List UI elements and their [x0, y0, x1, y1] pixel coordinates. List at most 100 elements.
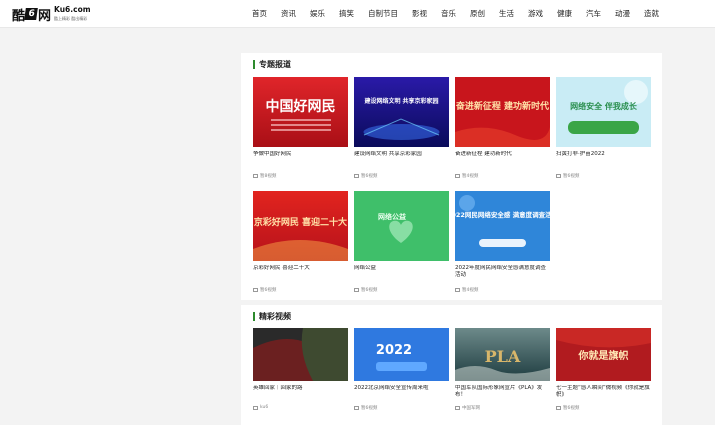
card-title[interactable]: 争做中国好网民 [253, 151, 348, 165]
card-meta: 暂8视频 [253, 173, 348, 179]
main-nav: 首页 资讯 娱乐 搞笑 自制节目 影视 音乐 原创 生活 游戏 健康 汽车 动漫… [252, 0, 673, 27]
site-logo[interactable]: 酷 6 网 Ku6.com 酷上精彩 酷出精彩 [12, 4, 91, 24]
nav-item-zaojiu[interactable]: 造就 [644, 8, 659, 19]
video-count-icon [253, 288, 258, 292]
card-meta: 中国军网 [455, 405, 550, 411]
card-thumbnail[interactable]: 2022 [354, 328, 449, 381]
topic-card[interactable]: 2022网民网络安全感 满意度调查活动 2022年度网民网络安全感满意度调查活动… [455, 191, 550, 293]
card-thumbnail[interactable]: 网络安全 伴我成长 [556, 77, 651, 147]
card-title[interactable]: 中国军队国际形象网宣片《PLA》发布！ [455, 385, 550, 399]
nav-item-games[interactable]: 游戏 [528, 8, 543, 19]
card-title[interactable]: 网络公益 [354, 265, 449, 279]
card-meta-text: 暂4视频 [462, 174, 479, 179]
channel-icon [455, 406, 460, 410]
logo-box: 6 [24, 8, 38, 20]
thumb-text: 京彩好网民 喜迎二十大 [254, 216, 347, 228]
card-thumbnail[interactable]: 中国好网民 [253, 77, 348, 147]
card-meta: 暂6视频 [253, 287, 348, 293]
card-title[interactable]: 奋进新征程 建功新时代 [455, 151, 550, 165]
card-meta-text: 暂8视频 [260, 174, 277, 179]
card-meta-text: 暂6视频 [361, 406, 378, 411]
card-meta: 暂6视频 [354, 405, 449, 411]
video-card[interactable]: 英雄回家｜回家的路 ku6 [253, 328, 348, 410]
video-card[interactable]: 2022 2022北京网络安全宣传周来啦 暂6视频 [354, 328, 449, 411]
nav-item-funny[interactable]: 搞笑 [339, 8, 354, 19]
video-count-icon [354, 406, 359, 410]
nav-item-anime[interactable]: 动漫 [615, 8, 630, 19]
card-thumbnail[interactable]: 京彩好网民 喜迎二十大 [253, 191, 348, 261]
nav-item-health[interactable]: 健康 [557, 8, 572, 19]
card-title[interactable]: 京彩好网民 喜迎二十大 [253, 265, 348, 279]
video-count-icon [354, 174, 359, 178]
topic-card[interactable]: 中国好网民 争做中国好网民 暂8视频 [253, 77, 348, 179]
top-bar: 酷 6 网 Ku6.com 酷上精彩 酷出精彩 首页 资讯 娱乐 搞笑 自制节目… [0, 0, 715, 28]
logo-char-left: 酷 [12, 8, 25, 24]
topic-card[interactable]: 网络安全 伴我成长 扫黄打非·护苗2022 暂6视频 [556, 77, 651, 179]
thumb-text: PLA [485, 347, 521, 366]
logo-text: Ku6.com 酷上精彩 酷出精彩 [54, 4, 91, 23]
video-count-icon [455, 288, 460, 292]
section-title: 专题报道 [253, 60, 291, 69]
thumb-text: 2022 [376, 343, 412, 358]
logo-char-right: 网 [38, 8, 51, 24]
card-meta: 暂4视频 [455, 287, 550, 293]
video-count-icon [556, 406, 561, 410]
card-title[interactable]: 扫黄打非·护苗2022 [556, 151, 651, 165]
card-thumbnail[interactable]: 你就是旗帜 [556, 328, 651, 381]
card-meta: 暂6视频 [354, 287, 449, 293]
thumb-text: 奋进新征程 建功新时代 [455, 100, 549, 112]
card-title[interactable]: 建设网络文明 共享京彩家园 [354, 151, 449, 165]
video-count-icon [253, 174, 258, 178]
card-meta-text: 暂6视频 [361, 174, 378, 179]
card-thumbnail[interactable] [253, 328, 348, 381]
video-card[interactable]: 你就是旗帜 七一主题“感人瞬间”微视频《你就是旗帜》 暂6视频 [556, 328, 651, 411]
topic-card[interactable]: 建设网络文明 共享京彩家园 建设网络文明 共享京彩家园 暂6视频 [354, 77, 449, 179]
video-count-icon [455, 174, 460, 178]
thumb-text: 2022网民网络安全感 满意度调查活动 [455, 210, 550, 219]
logo-slogan: 酷上精彩 酷出精彩 [54, 15, 88, 21]
topic-card[interactable]: 京彩好网民 喜迎二十大 京彩好网民 喜迎二十大 暂6视频 [253, 191, 348, 293]
topic-card[interactable]: 网络公益 网络公益 暂6视频 [354, 191, 449, 293]
video-count-icon [556, 174, 561, 178]
thumb-text: 你就是旗帜 [578, 349, 629, 362]
card-thumbnail[interactable]: 奋进新征程 建功新时代 [455, 77, 550, 147]
nav-item-originals[interactable]: 自制节目 [368, 8, 398, 19]
video-card[interactable]: PLA 中国军队国际形象网宣片《PLA》发布！ 中国军网 [455, 328, 550, 411]
nav-item-entertainment[interactable]: 娱乐 [310, 8, 325, 19]
thumb-text: 建设网络文明 共享京彩家园 [364, 97, 438, 105]
section-title: 精彩视频 [253, 312, 291, 321]
card-title[interactable]: 英雄回家｜回家的路 [253, 385, 348, 399]
thumb-text: 网络安全 伴我成长 [570, 101, 638, 111]
nav-item-film[interactable]: 影视 [412, 8, 427, 19]
nav-item-music[interactable]: 音乐 [441, 8, 456, 19]
card-meta: ku6 [253, 405, 348, 410]
card-thumbnail[interactable]: 建设网络文明 共享京彩家园 [354, 77, 449, 147]
thumb-text: 网络公益 [378, 212, 406, 221]
logo-domain: Ku6.com [54, 4, 91, 14]
card-meta-text: 暂6视频 [260, 288, 277, 293]
video-count-icon [354, 288, 359, 292]
card-meta: 暂6视频 [354, 173, 449, 179]
nav-item-news[interactable]: 资讯 [281, 8, 296, 19]
card-thumbnail[interactable]: 2022网民网络安全感 满意度调查活动 [455, 191, 550, 261]
card-meta-text: 暂6视频 [563, 406, 580, 411]
card-meta: 暂6视频 [556, 405, 651, 411]
card-meta-text: 中国军网 [462, 406, 480, 411]
thumb-text: 中国好网民 [266, 98, 336, 115]
nav-item-life[interactable]: 生活 [499, 8, 514, 19]
card-title[interactable]: 2022年度网民网络安全感满意度调查活动 [455, 265, 550, 279]
card-title[interactable]: 2022北京网络安全宣传周来啦 [354, 385, 449, 399]
nav-item-home[interactable]: 首页 [252, 8, 267, 19]
nav-item-auto[interactable]: 汽车 [586, 8, 601, 19]
topic-card[interactable]: 奋进新征程 建功新时代 奋进新征程 建功新时代 暂4视频 [455, 77, 550, 179]
card-meta-text: ku6 [260, 405, 269, 410]
card-meta-text: 暂6视频 [361, 288, 378, 293]
logo-mark: 酷 6 网 [12, 5, 51, 24]
nav-item-creative[interactable]: 原创 [470, 8, 485, 19]
card-meta-text: 暂4视频 [462, 288, 479, 293]
card-title[interactable]: 七一主题“感人瞬间”微视频《你就是旗帜》 [556, 385, 651, 399]
card-thumbnail[interactable]: 网络公益 [354, 191, 449, 261]
card-meta-text: 暂6视频 [563, 174, 580, 179]
section-special-reports: 专题报道 中国好网民 争做中国好网民 暂8视频 建设网络文明 共享京彩家园 建设… [241, 53, 662, 300]
card-thumbnail[interactable]: PLA [455, 328, 550, 381]
